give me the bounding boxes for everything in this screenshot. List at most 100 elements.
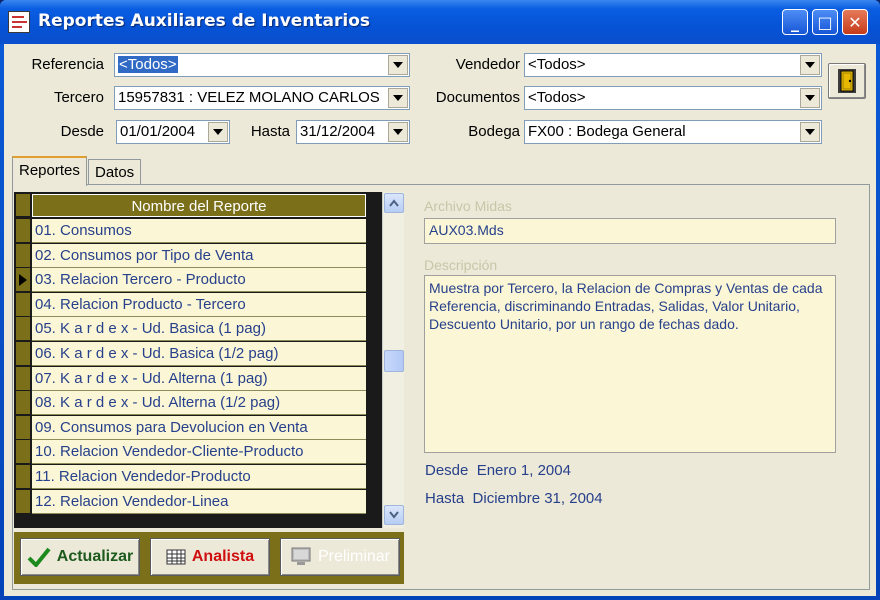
table-row[interactable]: 04. Relacion Producto - Tercero — [32, 292, 366, 317]
table-row[interactable]: 01. Consumos — [32, 219, 366, 243]
tercero-combo[interactable]: 15957831 : VELEZ MOLANO CARLOS — [114, 86, 410, 110]
app-window: Reportes Auxiliares de Inventarios _ □ ✕… — [0, 0, 880, 600]
analista-button[interactable]: Analista — [150, 538, 270, 576]
documentos-dropdown-button[interactable] — [800, 88, 820, 108]
row-indicator[interactable] — [16, 268, 30, 293]
maximize-button[interactable]: □ — [812, 9, 838, 35]
chevron-up-icon — [389, 199, 399, 207]
row-indicator[interactable] — [16, 440, 30, 465]
chevron-down-icon — [805, 129, 815, 135]
chevron-down-icon — [805, 95, 815, 101]
descripcion-field: Muestra por Tercero, la Relacion de Comp… — [424, 275, 836, 453]
tab-reportes[interactable]: Reportes — [12, 156, 87, 186]
table-row[interactable]: 10. Relacion Vendedor-Cliente-Producto — [32, 440, 366, 465]
referencia-label: Referencia — [31, 56, 104, 73]
desde-summary: Desde Enero 1, 2004 — [425, 462, 571, 479]
vendedor-combo[interactable]: <Todos> — [524, 53, 822, 77]
hasta-dropdown-button[interactable] — [388, 122, 408, 142]
table-row[interactable]: 06. K a r d e x - Ud. Basica (1/2 pag) — [32, 342, 366, 366]
desde-summary-label: Desde — [425, 462, 469, 479]
exit-button[interactable] — [828, 63, 866, 99]
hasta-summary-value: Diciembre 31, 2004 — [472, 490, 603, 507]
desde-dropdown-button[interactable] — [208, 122, 228, 142]
desde-summary-value: Enero 1, 2004 — [476, 462, 571, 479]
chevron-down-icon — [393, 95, 403, 101]
referencia-dropdown-button[interactable] — [388, 55, 408, 75]
table-row[interactable]: 12. Relacion Vendedor-Linea — [32, 489, 366, 514]
descripcion-label: Descripción — [424, 257, 498, 273]
analista-label: Analista — [191, 548, 255, 565]
bodega-value: FX00 : Bodega General — [528, 123, 686, 140]
checkmark-icon — [27, 547, 51, 567]
archivo-midas-label: Archivo Midas — [424, 198, 512, 214]
hasta-summary-label: Hasta — [425, 490, 465, 507]
grid-scrollbar[interactable] — [382, 192, 404, 528]
scroll-up-button[interactable] — [384, 193, 404, 213]
tercero-label: Tercero — [53, 89, 104, 106]
table-row[interactable]: 03. Relacion Tercero - Producto — [32, 268, 366, 293]
hasta-label: Hasta — [250, 123, 290, 140]
documentos-value: <Todos> — [528, 89, 586, 106]
preliminar-button[interactable]: Preliminar — [280, 538, 400, 576]
row-indicator[interactable] — [16, 243, 30, 268]
minimize-icon: _ — [791, 12, 799, 32]
vendedor-dropdown-button[interactable] — [800, 55, 820, 75]
chevron-down-icon — [393, 129, 403, 135]
table-row[interactable]: 05. K a r d e x - Ud. Basica (1 pag) — [32, 317, 366, 342]
table-row[interactable]: 11. Relacion Vendedor-Producto — [32, 465, 366, 489]
grid-header-nombre[interactable]: Nombre del Reporte — [32, 194, 366, 217]
hasta-date-picker[interactable]: 31/12/2004 — [296, 120, 410, 144]
table-row[interactable]: 09. Consumos para Devolucion en Venta — [32, 415, 366, 440]
desde-date-picker[interactable]: 01/01/2004 — [116, 120, 230, 144]
bodega-dropdown-button[interactable] — [800, 122, 820, 142]
row-indicator[interactable] — [16, 317, 30, 342]
table-row[interactable]: 08. K a r d e x - Ud. Alterna (1/2 pag) — [32, 391, 366, 416]
row-indicator[interactable] — [16, 415, 30, 440]
action-bar: Actualizar Analista Preliminar — [14, 532, 404, 584]
chevron-down-icon — [393, 62, 403, 68]
maximize-icon: □ — [817, 12, 833, 32]
row-indicator[interactable] — [16, 391, 30, 416]
vendedor-value: <Todos> — [528, 56, 586, 73]
calculator-icon — [166, 549, 186, 565]
row-indicator[interactable] — [16, 489, 30, 514]
monitor-icon — [291, 547, 311, 565]
documentos-label: Documentos — [435, 89, 520, 106]
hasta-value: 31/12/2004 — [300, 123, 376, 140]
close-button[interactable]: ✕ — [842, 9, 868, 35]
title-bar[interactable]: Reportes Auxiliares de Inventarios _ □ ✕ — [0, 0, 880, 44]
row-indicator[interactable] — [16, 366, 30, 391]
desde-label: Desde — [60, 123, 104, 140]
scroll-down-button[interactable] — [384, 505, 404, 525]
report-grid[interactable]: Nombre del Reporte 01. Consumos 02. Consu… — [14, 192, 382, 528]
tercero-value: 15957831 : VELEZ MOLANO CARLOS — [118, 89, 380, 106]
exit-door-icon — [838, 69, 856, 93]
bodega-label: Bodega — [468, 123, 520, 140]
referencia-combo[interactable]: <Todos> — [114, 53, 410, 77]
grid-header-indicator — [16, 194, 30, 217]
minimize-button[interactable]: _ — [782, 9, 808, 35]
table-row[interactable]: 07. K a r d e x - Ud. Alterna (1 pag) — [32, 366, 366, 391]
row-indicator[interactable] — [16, 342, 30, 366]
actualizar-button[interactable]: Actualizar — [20, 538, 140, 576]
bodega-combo[interactable]: FX00 : Bodega General — [524, 120, 822, 144]
preliminar-label: Preliminar — [317, 548, 390, 565]
row-indicator[interactable] — [16, 219, 30, 243]
row-indicator[interactable] — [16, 292, 30, 317]
tab-datos[interactable]: Datos — [88, 159, 142, 184]
tercero-dropdown-button[interactable] — [388, 88, 408, 108]
window-title: Reportes Auxiliares de Inventarios — [38, 11, 371, 31]
documentos-combo[interactable]: <Todos> — [524, 86, 822, 110]
table-row[interactable]: 02. Consumos por Tipo de Venta — [32, 243, 366, 268]
hasta-summary: Hasta Diciembre 31, 2004 — [425, 490, 603, 507]
vendedor-label: Vendedor — [455, 56, 520, 73]
desde-value: 01/01/2004 — [120, 123, 196, 140]
chevron-down-icon — [389, 511, 399, 519]
actualizar-label: Actualizar — [56, 548, 134, 565]
chevron-down-icon — [213, 129, 223, 135]
referencia-value: <Todos> — [118, 56, 178, 73]
scroll-thumb[interactable] — [384, 350, 404, 372]
chevron-down-icon — [805, 62, 815, 68]
row-indicator[interactable] — [16, 465, 30, 489]
close-icon: ✕ — [848, 12, 862, 32]
